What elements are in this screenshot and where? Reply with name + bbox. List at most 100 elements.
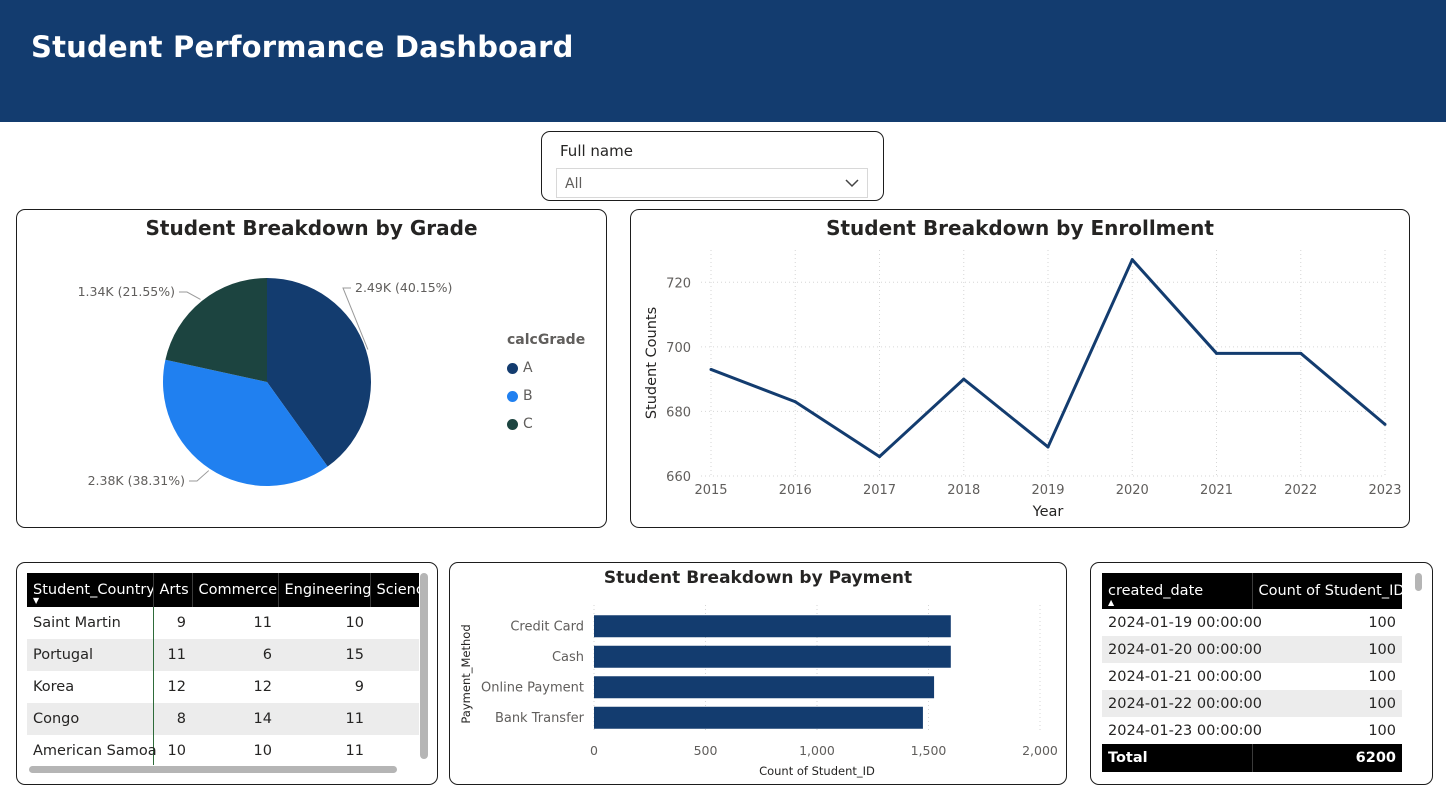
pie-data-label: 1.34K (21.55%)	[78, 284, 175, 299]
table-row[interactable]: 2024-01-21 00:00:00 100	[1102, 663, 1402, 690]
country-cell: Korea	[27, 671, 154, 703]
col-header-science[interactable]: Science	[370, 573, 419, 607]
grade-pie-card: Student Breakdown by Grade 2.49K (40.15%…	[16, 209, 607, 528]
table-row[interactable]: Korea 12 12 91	[27, 671, 419, 703]
enrollment-line-card: Student Breakdown by Enrollment 660 680 70…	[630, 209, 1410, 528]
y-axis-label: Student Counts	[644, 307, 660, 419]
count-cell: 100	[1252, 690, 1402, 717]
legend-label: B	[523, 388, 533, 404]
created-date-table-card: created_date ▲ Count of Student_ID 2024-0…	[1090, 562, 1433, 785]
x-tick-label: 2015	[694, 483, 727, 498]
x-tick-label: 2017	[863, 483, 896, 498]
table-row[interactable]: 2024-01-20 00:00:00 100	[1102, 636, 1402, 663]
legend-label: A	[523, 360, 533, 376]
count-cell: 100	[1252, 636, 1402, 663]
sort-desc-icon[interactable]: ▼	[33, 596, 39, 605]
col-header-label: created_date	[1108, 583, 1204, 599]
legend-dot	[507, 390, 518, 402]
x-tick-label: 2019	[1031, 483, 1064, 498]
engineering-cell: 9	[354, 679, 364, 695]
date-cell: 2024-01-23 00:00:00	[1108, 722, 1262, 739]
col-header-engineering[interactable]: Engineering	[278, 573, 371, 607]
arts-cell: 10	[167, 743, 186, 759]
x-tick-label: 0	[590, 743, 598, 758]
x-tick-label: 2022	[1284, 483, 1317, 498]
date-cell: 2024-01-20 00:00:00	[1102, 636, 1262, 663]
col-header-country[interactable]: Student_Country ▼	[27, 573, 154, 607]
engineering-cell: 15	[278, 639, 370, 671]
date-table-header-row: created_date ▲ Count of Student_ID	[1102, 573, 1405, 609]
total-value: 6200	[1251, 744, 1402, 772]
line-point	[709, 367, 713, 371]
legend-item-c[interactable]: C	[507, 410, 585, 438]
matrix-header-row: Student_Country ▼ Arts Commerce Engineeri…	[27, 573, 419, 607]
arts-cell: 8	[153, 703, 192, 735]
count-cell: 100	[1368, 614, 1396, 631]
col-header-arts[interactable]: Arts	[153, 573, 193, 607]
matrix-vertical-scrollbar[interactable]	[420, 573, 428, 759]
sort-asc-icon[interactable]: ▲	[1108, 598, 1114, 607]
y-tick-label: Bank Transfer	[495, 711, 585, 726]
pie-data-label: 2.49K (40.15%)	[355, 280, 452, 295]
y-tick-label: Credit Card	[510, 619, 584, 634]
arts-cell: 12	[167, 679, 186, 695]
date-cell: 2024-01-19 00:00:00	[1108, 614, 1262, 631]
country-cell: Congo	[27, 703, 154, 735]
pie-leader-line	[189, 470, 210, 482]
matrix-horizontal-scrollbar[interactable]	[29, 766, 397, 773]
bar-bank-transfer[interactable]	[594, 706, 923, 729]
x-tick-label: 2020	[1116, 483, 1149, 498]
col-header-commerce[interactable]: Commerce	[192, 573, 279, 607]
table-row[interactable]: 2024-01-19 00:00:00 100	[1102, 609, 1402, 636]
x-tick-label: 2021	[1200, 483, 1233, 498]
bar-online-payment[interactable]	[594, 676, 935, 699]
engineering-cell: 11	[345, 743, 364, 759]
arts-cell: 11	[153, 639, 192, 671]
pie-legend: calcGrade A B C	[507, 332, 585, 438]
col-header-label: Student_Country	[33, 582, 153, 598]
legend-dot	[507, 418, 518, 430]
x-tick-label: 2016	[779, 483, 812, 498]
x-tick-label: 1,000	[799, 743, 835, 758]
x-tick-label: 1,500	[911, 743, 947, 758]
science-cell	[370, 735, 419, 765]
dashboard-header: Student Performance Dashboard	[0, 0, 1446, 122]
x-axis-label: Count of Student_ID	[759, 764, 875, 778]
country-matrix-card: Student_Country ▼ Arts Commerce Engineeri…	[16, 562, 438, 785]
bar-cash[interactable]	[594, 645, 951, 668]
line-point	[1046, 445, 1050, 449]
line-point	[1130, 258, 1134, 262]
legend-dot	[507, 362, 518, 374]
total-row: Total 6200	[1102, 744, 1402, 772]
slicer-label: Full name	[560, 142, 633, 160]
table-row[interactable]: 2024-01-23 00:00:00 100	[1102, 717, 1402, 744]
pie-leader-line	[179, 291, 201, 300]
payment-bar-card: Student Breakdown by Payment 0 500 1,000 1,…	[449, 562, 1067, 785]
table-row[interactable]: Portugal 11 6 15	[27, 639, 419, 671]
y-tick-label: 720	[666, 276, 691, 291]
full-name-dropdown[interactable]: All	[556, 168, 868, 198]
line-point	[1215, 351, 1218, 355]
legend-title: calcGrade	[507, 332, 586, 348]
table-row[interactable]: Saint Martin 9 11 10 1	[27, 607, 419, 639]
date-table-vertical-scrollbar[interactable]	[1415, 573, 1422, 591]
slicer-selected-value: All	[565, 176, 583, 192]
table-row[interactable]: American Samoa 10 10 11	[27, 735, 419, 765]
line-point	[1383, 422, 1387, 426]
full-name-slicer[interactable]: Full name All	[541, 131, 884, 201]
legend-item-a[interactable]: A	[507, 354, 585, 382]
chevron-down-icon[interactable]	[843, 174, 861, 192]
col-header-count[interactable]: Count of Student_ID	[1251, 573, 1405, 609]
table-row[interactable]: 2024-01-22 00:00:00 100	[1102, 690, 1402, 717]
bar-credit-card[interactable]	[594, 615, 951, 638]
arts-cell: 9	[176, 615, 186, 631]
payment-bar-chart: 0 500 1,000 1,500 2,000 Credit Card Cash Online…	[459, 605, 1058, 778]
x-tick-label: 500	[694, 743, 718, 758]
legend-item-b[interactable]: B	[507, 382, 585, 410]
legend-label: C	[523, 416, 533, 432]
science-cell	[370, 639, 419, 671]
col-header-created-date[interactable]: created_date ▲	[1102, 573, 1252, 609]
table-row[interactable]: Congo814111	[27, 703, 419, 735]
commerce-cell: 10	[253, 743, 272, 759]
page-title: Student Performance Dashboard	[31, 30, 574, 64]
